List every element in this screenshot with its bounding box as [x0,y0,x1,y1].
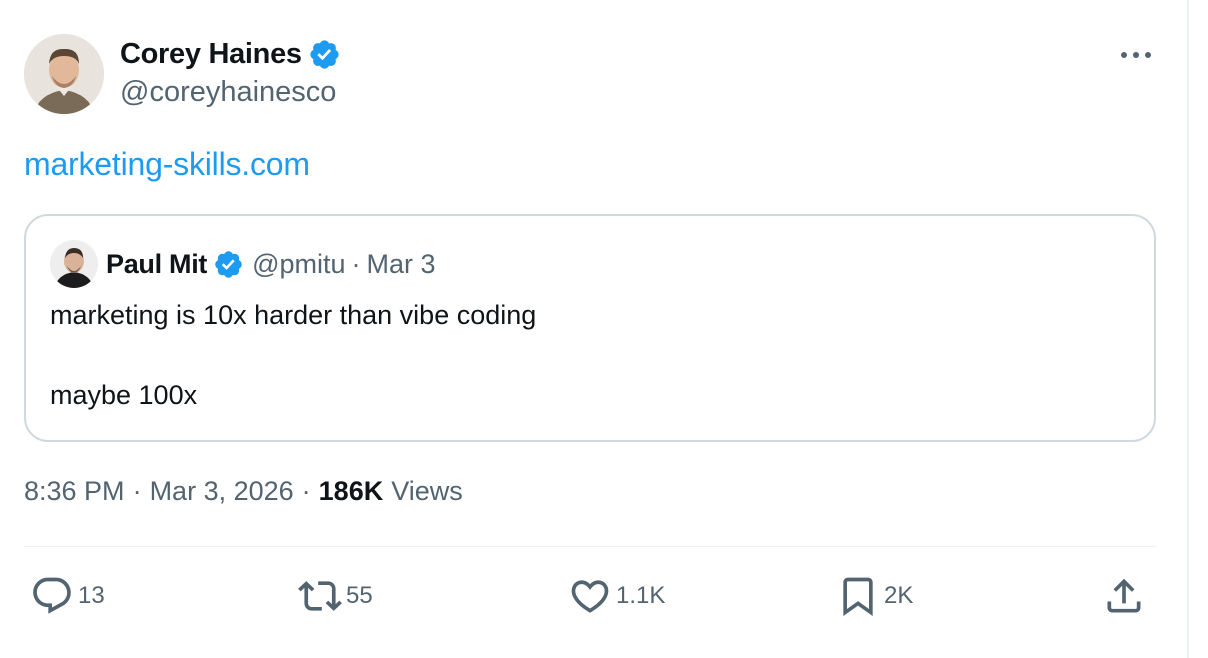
separator-dot: · [351,248,361,279]
more-options-button[interactable] [1116,40,1156,70]
share-button[interactable] [1102,574,1146,618]
quoted-author-name[interactable]: Paul Mit [106,249,207,280]
quoted-tweet-text-line-1: marketing is 10x harder than vibe coding [50,300,537,330]
tweet-date[interactable]: Mar 3, 2026 [150,476,294,507]
share-icon [1107,578,1141,613]
divider [24,546,1156,547]
column-border [1187,0,1189,658]
quoted-author-avatar[interactable] [50,240,98,288]
bookmark-button[interactable]: 2K [836,574,913,618]
retweet-count: 55 [346,582,373,609]
author-name-row: Corey Haines [120,36,341,72]
author-avatar[interactable] [24,34,104,114]
quoted-tweet-card[interactable]: Paul Mit @pmitu · Mar 3 marketing is 10x… [24,214,1156,442]
tweet-link[interactable]: marketing-skills.com [24,146,310,183]
quoted-author-handle[interactable]: @pmitu [252,249,345,280]
tweet-meta: 8:36 PM · Mar 3, 2026 · 186K Views [24,476,463,507]
author-name[interactable]: Corey Haines [120,38,302,71]
verified-badge-icon [310,39,339,69]
reply-count: 13 [78,582,105,609]
author-handle[interactable]: @coreyhainesco [120,76,336,109]
retweet-icon [298,581,342,611]
separator-dot: · [132,476,142,506]
retweet-button[interactable]: 55 [298,574,373,618]
reply-button[interactable]: 13 [30,574,105,618]
views-count[interactable]: 186K [319,476,384,507]
quoted-tweet-text-line-2: maybe 100x [50,380,198,410]
reply-icon [33,577,71,614]
verified-badge-icon [215,250,242,278]
like-button[interactable]: 1.1K [568,574,665,618]
more-icon [1121,52,1151,58]
quoted-tweet-date[interactable]: Mar 3 [367,249,436,280]
bookmark-icon [843,577,873,617]
quoted-tweet-header: Paul Mit @pmitu · Mar 3 [50,240,436,288]
like-icon [571,580,609,613]
tweet-time[interactable]: 8:36 PM [24,476,125,507]
separator-dot: · [301,476,311,506]
views-label[interactable]: Views [391,476,463,507]
like-count: 1.1K [616,582,666,609]
bookmark-count: 2K [884,582,914,609]
